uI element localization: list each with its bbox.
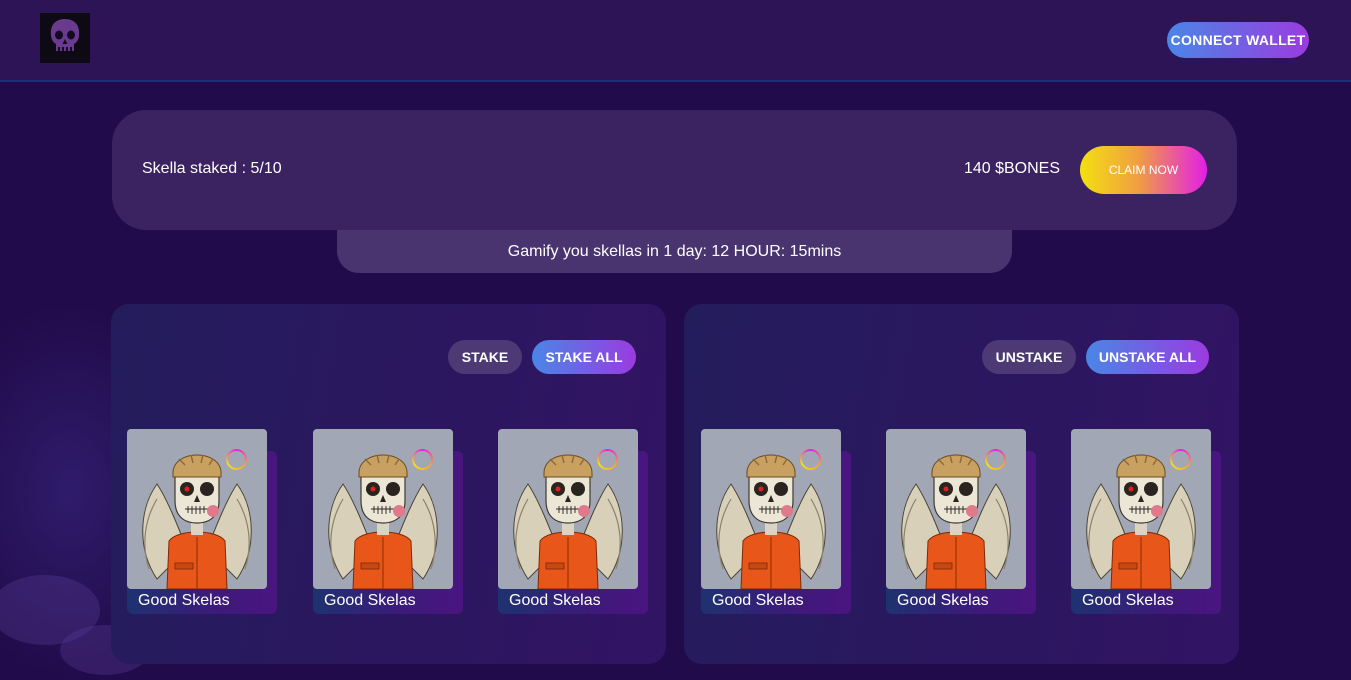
loading-spinner-icon — [597, 449, 618, 470]
skull-logo-icon[interactable] — [40, 13, 90, 63]
skeleton-nft-image — [127, 429, 267, 589]
nft-card-name: Good Skelas — [897, 592, 989, 609]
gamify-timer-text: Gamify you skellas in 1 day: 12 HOUR: 15… — [507, 242, 842, 260]
nft-card-name: Good Skelas — [712, 592, 804, 609]
skeleton-nft-image — [701, 429, 841, 589]
stake-panel: STAKE STAKE ALL Good Skelas Good Skelas … — [111, 304, 666, 664]
unstake-panel: UNSTAKE UNSTAKE ALL Good Skelas Good Ske… — [684, 304, 1239, 664]
top-navbar: CONNECT WALLET — [0, 0, 1351, 82]
stake-all-button[interactable]: STAKE ALL — [532, 340, 636, 374]
loading-spinner-icon — [800, 449, 821, 470]
nft-card-name: Good Skelas — [509, 592, 601, 609]
nft-card-name: Good Skelas — [1082, 592, 1174, 609]
loading-spinner-icon — [1170, 449, 1191, 470]
nft-card-name: Good Skelas — [138, 592, 230, 609]
claim-now-button[interactable]: CLAIM NOW — [1080, 146, 1207, 194]
skeleton-nft-image — [886, 429, 1026, 589]
bones-balance-text: 140 $BONES — [963, 160, 1060, 177]
loading-spinner-icon — [985, 449, 1006, 470]
nft-card[interactable]: Good Skelas — [1071, 429, 1221, 614]
skeleton-nft-image — [313, 429, 453, 589]
nft-card[interactable]: Good Skelas — [498, 429, 648, 614]
connect-wallet-button[interactable]: CONNECT WALLET — [1167, 22, 1309, 58]
nft-card-name: Good Skelas — [324, 592, 416, 609]
skeleton-nft-image — [498, 429, 638, 589]
staking-stats-card: Skella staked : 5/10 140 $BONES CLAIM NO… — [112, 110, 1237, 230]
unstake-all-button[interactable]: UNSTAKE ALL — [1086, 340, 1209, 374]
nft-card[interactable]: Good Skelas — [886, 429, 1036, 614]
loading-spinner-icon — [226, 449, 247, 470]
nft-card[interactable]: Good Skelas — [313, 429, 463, 614]
skeleton-nft-image — [1071, 429, 1211, 589]
loading-spinner-icon — [412, 449, 433, 470]
unstake-button[interactable]: UNSTAKE — [982, 340, 1076, 374]
stake-button[interactable]: STAKE — [448, 340, 522, 374]
gamify-timer: Gamify you skellas in 1 day: 12 HOUR: 15… — [337, 230, 1012, 273]
nft-card[interactable]: Good Skelas — [127, 429, 277, 614]
nft-card[interactable]: Good Skelas — [701, 429, 851, 614]
staked-count-text: Skella staked : 5/10 — [142, 160, 282, 177]
